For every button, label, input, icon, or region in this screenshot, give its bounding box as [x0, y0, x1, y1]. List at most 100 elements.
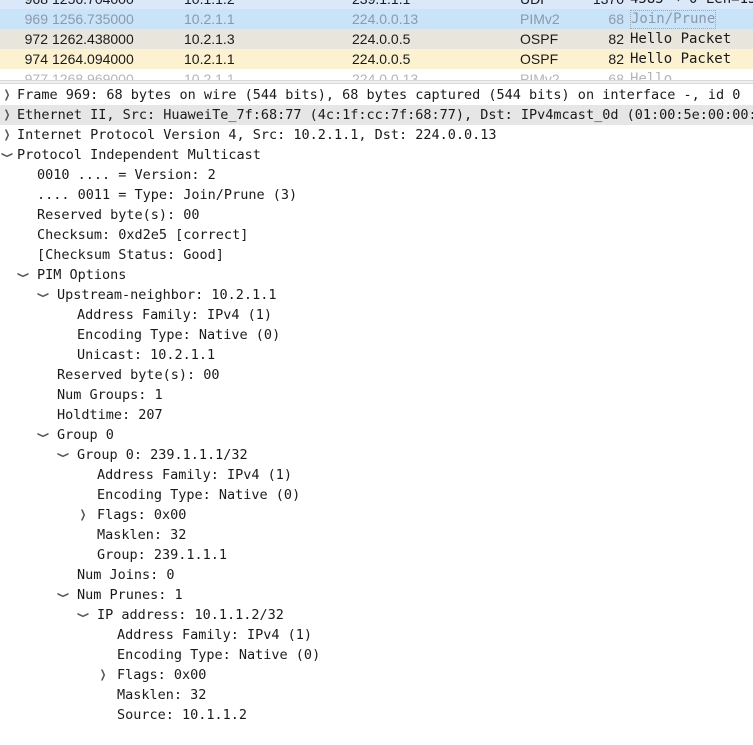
packet-row[interactable]: 974 1264.094000 10.2.1.1 224.0.0.5 OSPF …: [0, 49, 753, 69]
tree-item-ip-address[interactable]: ❯ IP address: 10.1.1.2/32: [0, 605, 753, 625]
chevron-down-icon[interactable]: ❯: [33, 291, 53, 299]
tree-item-pim-options[interactable]: ❯ PIM Options: [0, 265, 753, 285]
tree-item-label: [Checksum Status: Good]: [37, 247, 224, 263]
packet-destination: 224.0.0.5: [352, 31, 411, 47]
packet-protocol: PIMv2: [520, 11, 560, 27]
tree-item-label: Holdtime: 207: [57, 407, 163, 423]
packet-time: 1268.969000: [52, 71, 134, 80]
tree-item-num-groups[interactable]: Num Groups: 1: [0, 385, 753, 405]
packet-no: 972: [24, 31, 48, 47]
packet-destination: 224.0.0.13: [352, 11, 419, 27]
tree-item-label: Num Groups: 1: [57, 387, 163, 403]
chevron-down-icon[interactable]: ❯: [13, 271, 33, 279]
tree-item-label: Num Joins: 0: [77, 567, 175, 583]
chevron-right-icon[interactable]: ❯: [3, 105, 11, 125]
tree-item-holdtime[interactable]: Holdtime: 207: [0, 405, 753, 425]
tree-item-group[interactable]: ❯ Group 0: [0, 425, 753, 445]
tree-item-label: Reserved byte(s): 00: [37, 207, 200, 223]
packet-length: 82: [608, 51, 624, 67]
packet-info: 4585 → 0 Len=13: [630, 0, 753, 9]
chevron-down-icon[interactable]: ❯: [53, 451, 73, 459]
tree-item-label: Internet Protocol Version 4, Src: 10.2.1…: [17, 127, 497, 143]
tree-item-address-family[interactable]: Address Family: IPv4 (1): [0, 625, 753, 645]
chevron-right-icon[interactable]: ❯: [3, 125, 11, 145]
tree-item-num-prunes[interactable]: ❯ Num Prunes: 1: [0, 585, 753, 605]
packet-no: 969: [24, 11, 48, 27]
tree-item-encoding-type[interactable]: Encoding Type: Native (0): [0, 645, 753, 665]
packet-row-selected[interactable]: 969 1256.735000 10.2.1.1 224.0.0.13 PIMv…: [0, 9, 753, 29]
packet-protocol: PIMv2: [520, 71, 560, 80]
packet-time: 1256.704000: [52, 0, 134, 9]
tree-item-pim[interactable]: ❯ Protocol Independent Multicast: [0, 145, 753, 165]
tree-item-label: Num Prunes: 1: [77, 587, 183, 603]
tree-item-address-family[interactable]: Address Family: IPv4 (1): [0, 465, 753, 485]
tree-item-unicast[interactable]: Unicast: 10.2.1.1: [0, 345, 753, 365]
tree-item-checksum-status[interactable]: [Checksum Status: Good]: [0, 245, 753, 265]
chevron-down-icon[interactable]: ❯: [73, 611, 93, 619]
tree-item-group-value[interactable]: Group: 239.1.1.1: [0, 545, 753, 565]
tree-item-label: Address Family: IPv4 (1): [117, 627, 313, 643]
chevron-down-icon[interactable]: ❯: [33, 431, 53, 439]
packet-info: Hello Packet: [630, 51, 732, 67]
tree-item-label: Protocol Independent Multicast: [17, 147, 261, 163]
packet-source: 10.2.1.3: [184, 31, 235, 47]
packet-length: 82: [608, 31, 624, 47]
tree-item-label: Group 0: [57, 427, 114, 443]
packet-length: 68: [608, 71, 624, 80]
tree-item-frame[interactable]: ❯ Frame 969: 68 bytes on wire (544 bits)…: [0, 85, 753, 105]
tree-item-encoding-type[interactable]: Encoding Type: Native (0): [0, 325, 753, 345]
packet-protocol: UDP: [520, 0, 550, 9]
packet-time: 1262.438000: [52, 31, 134, 47]
packet-destination: 239.1.1.1: [352, 0, 410, 9]
tree-item-label: Group 0: 239.1.1.1/32: [77, 447, 248, 463]
packet-row[interactable]: 968 1256.704000 10.1.1.2 239.1.1.1 UDP 1…: [0, 0, 753, 9]
tree-item-label: Ethernet II, Src: HuaweiTe_7f:68:77 (4c:…: [17, 107, 753, 123]
tree-item-upstream-neighbor[interactable]: ❯ Upstream-neighbor: 10.2.1.1: [0, 285, 753, 305]
chevron-down-icon[interactable]: ❯: [0, 151, 17, 159]
tree-item-label: .... 0011 = Type: Join/Prune (3): [37, 187, 298, 203]
chevron-right-icon[interactable]: ❯: [3, 85, 11, 105]
tree-item-label: Reserved byte(s): 00: [57, 367, 220, 383]
tree-item-version[interactable]: 0010 .... = Version: 2: [0, 165, 753, 185]
tree-item-reserved[interactable]: Reserved byte(s): 00: [0, 365, 753, 385]
tree-item-label: Flags: 0x00: [97, 507, 187, 523]
packet-row[interactable]: 977 1268.969000 10.2.1.1 224.0.0.13 PIMv…: [0, 69, 753, 80]
tree-item-type[interactable]: .... 0011 = Type: Join/Prune (3): [0, 185, 753, 205]
tree-item-label: Group: 239.1.1.1: [97, 547, 228, 563]
packet-row[interactable]: 972 1262.438000 10.2.1.3 224.0.0.5 OSPF …: [0, 29, 753, 49]
tree-item-flags[interactable]: ❯ Flags: 0x00: [0, 505, 753, 525]
tree-item-label: Masklen: 32: [117, 687, 207, 703]
chevron-right-icon[interactable]: ❯: [79, 505, 87, 525]
tree-item-num-joins[interactable]: Num Joins: 0: [0, 565, 753, 585]
tree-item-ipv4[interactable]: ❯ Internet Protocol Version 4, Src: 10.2…: [0, 125, 753, 145]
tree-item-label: Flags: 0x00: [117, 667, 207, 683]
packet-info: Hello: [630, 71, 673, 80]
packet-source: 10.2.1.1: [184, 11, 235, 27]
tree-item-label: Upstream-neighbor: 10.2.1.1: [57, 287, 277, 303]
tree-item-flags[interactable]: ❯ Flags: 0x00: [0, 665, 753, 685]
packet-info: Join/Prune: [630, 10, 717, 29]
tree-item-label: Masklen: 32: [97, 527, 187, 543]
tree-item-encoding-type[interactable]: Encoding Type: Native (0): [0, 485, 753, 505]
chevron-down-icon[interactable]: ❯: [53, 591, 73, 599]
tree-item-label: Encoding Type: Native (0): [97, 487, 301, 503]
tree-item-source[interactable]: Source: 10.1.1.2: [0, 705, 753, 725]
packet-destination: 224.0.0.5: [352, 51, 411, 67]
packet-details-tree: ❯ Frame 969: 68 bytes on wire (544 bits)…: [0, 85, 753, 745]
tree-item-masklen[interactable]: Masklen: 32: [0, 685, 753, 705]
tree-item-label: PIM Options: [37, 267, 127, 283]
tree-item-label: Encoding Type: Native (0): [117, 647, 321, 663]
chevron-right-icon[interactable]: ❯: [99, 665, 107, 685]
packet-no: 968: [0, 0, 48, 9]
tree-item-ethernet[interactable]: ❯ Ethernet II, Src: HuaweiTe_7f:68:77 (4…: [0, 105, 753, 125]
tree-item-address-family[interactable]: Address Family: IPv4 (1): [0, 305, 753, 325]
tree-item-label: 0010 .... = Version: 2: [37, 167, 216, 183]
tree-item-label: Checksum: 0xd2e5 [correct]: [37, 227, 249, 243]
tree-item-reserved[interactable]: Reserved byte(s): 00: [0, 205, 753, 225]
pane-splitter[interactable]: [0, 80, 753, 84]
tree-item-checksum[interactable]: Checksum: 0xd2e5 [correct]: [0, 225, 753, 245]
packet-protocol: OSPF: [520, 31, 559, 47]
tree-item-label: Address Family: IPv4 (1): [77, 307, 273, 323]
tree-item-group-address[interactable]: ❯ Group 0: 239.1.1.1/32: [0, 445, 753, 465]
tree-item-masklen[interactable]: Masklen: 32: [0, 525, 753, 545]
